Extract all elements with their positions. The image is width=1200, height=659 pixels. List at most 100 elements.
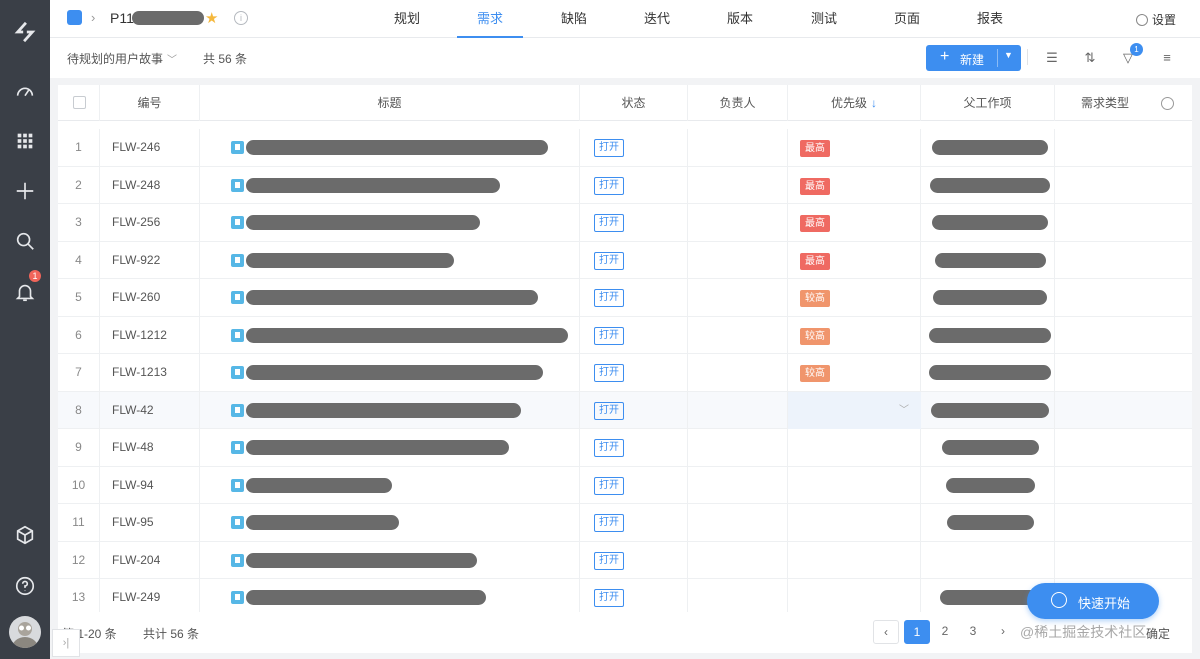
sort-icon[interactable]: ⇅: [1081, 49, 1099, 67]
prev-page-button[interactable]: ‹: [873, 620, 899, 644]
status-cell[interactable]: 打开: [580, 241, 688, 279]
tab-iterations[interactable]: 迭代: [630, 0, 684, 38]
item-id[interactable]: FLW-48: [100, 429, 200, 466]
status-cell[interactable]: 打开: [580, 166, 688, 204]
dashboard-icon[interactable]: [13, 80, 37, 104]
view-selector[interactable]: 待规划的用户故事 ﹀: [67, 50, 177, 67]
help-icon[interactable]: [13, 574, 37, 598]
table-row[interactable]: 5 FLW-260 打开 较高: [58, 279, 1192, 317]
table-row[interactable]: 6 FLW-1212 打开 较高: [58, 316, 1192, 354]
bell-icon[interactable]: [13, 280, 37, 304]
column-header-priority[interactable]: 优先级 ↓: [788, 85, 921, 121]
item-title-cell[interactable]: [200, 429, 580, 466]
owner-cell[interactable]: [688, 504, 788, 541]
status-cell[interactable]: 打开: [580, 391, 688, 429]
settings-button[interactable]: 设置: [1136, 11, 1176, 28]
column-header-title[interactable]: 标题: [200, 85, 580, 121]
priority-cell[interactable]: [788, 579, 921, 612]
item-id[interactable]: FLW-248: [100, 166, 200, 204]
item-title-cell[interactable]: [200, 354, 580, 391]
type-cell[interactable]: [1055, 354, 1192, 391]
parent-item-cell[interactable]: [921, 204, 1055, 241]
item-id[interactable]: FLW-42: [100, 391, 200, 429]
item-title-cell[interactable]: [200, 504, 580, 541]
avatar[interactable]: [9, 616, 41, 648]
owner-cell[interactable]: [688, 241, 788, 279]
priority-cell[interactable]: 最高: [788, 204, 921, 241]
tab-reports[interactable]: 报表: [963, 0, 1017, 38]
type-cell[interactable]: [1055, 542, 1192, 579]
add-icon[interactable]: [13, 179, 37, 203]
parent-item-cell[interactable]: [921, 466, 1055, 504]
table-row[interactable]: 7 FLW-1213 打开 较高: [58, 354, 1192, 392]
table-row[interactable]: 9 FLW-48 打开: [58, 429, 1192, 467]
collapse-sidebar-icon[interactable]: ›|: [52, 629, 80, 657]
priority-cell[interactable]: 最高: [788, 241, 921, 279]
item-id[interactable]: FLW-94: [100, 466, 200, 504]
type-cell[interactable]: [1055, 392, 1192, 429]
item-title-cell[interactable]: [200, 279, 580, 316]
column-header-status[interactable]: 状态: [580, 85, 688, 121]
status-cell[interactable]: 打开: [580, 579, 688, 612]
priority-select[interactable]: ﹀: [788, 391, 921, 429]
owner-cell[interactable]: [688, 279, 788, 316]
column-header-parent[interactable]: 父工作项: [921, 85, 1055, 121]
item-id[interactable]: FLW-204: [100, 541, 200, 579]
status-cell[interactable]: 打开: [580, 354, 688, 391]
status-cell[interactable]: 打开: [580, 316, 688, 354]
status-cell[interactable]: 打开: [580, 204, 688, 241]
parent-item-cell[interactable]: [921, 541, 1055, 579]
item-id[interactable]: FLW-260: [100, 279, 200, 316]
table-row[interactable]: 10 FLW-94 打开: [58, 466, 1192, 504]
owner-cell[interactable]: [688, 354, 788, 391]
project-name[interactable]: P11: [110, 10, 134, 26]
type-cell[interactable]: [1055, 504, 1192, 541]
column-header-id[interactable]: 编号: [100, 85, 200, 121]
parent-item-cell[interactable]: [921, 354, 1055, 391]
type-cell[interactable]: [1055, 242, 1192, 279]
tab-planning[interactable]: 规划: [380, 0, 434, 38]
table-row[interactable]: 2 FLW-248 打开 最高: [58, 166, 1192, 204]
table-row[interactable]: 12 FLW-204 打开: [58, 541, 1192, 579]
item-id[interactable]: FLW-246: [100, 129, 200, 166]
status-cell[interactable]: 打开: [580, 279, 688, 316]
list-view-icon[interactable]: ≡: [1158, 49, 1176, 67]
priority-cell[interactable]: ﹀: [788, 391, 921, 429]
tab-versions[interactable]: 版本: [713, 0, 767, 38]
owner-cell[interactable]: [688, 579, 788, 612]
parent-item-cell[interactable]: [921, 166, 1055, 204]
status-cell[interactable]: 打开: [580, 129, 688, 166]
type-cell[interactable]: [1055, 129, 1192, 166]
page-3-button[interactable]: 3: [960, 620, 986, 644]
page-1-button[interactable]: 1: [904, 620, 930, 644]
cube-icon[interactable]: [13, 523, 37, 547]
status-cell[interactable]: 打开: [580, 429, 688, 466]
parent-item-cell[interactable]: [921, 279, 1055, 316]
item-title-cell[interactable]: [200, 241, 580, 279]
parent-item-cell[interactable]: [921, 429, 1055, 466]
table-row[interactable]: 13 FLW-249 打开: [58, 579, 1192, 612]
type-cell[interactable]: [1055, 204, 1192, 241]
owner-cell[interactable]: [688, 429, 788, 466]
item-title-cell[interactable]: [200, 166, 580, 204]
column-settings-icon[interactable]: [1161, 97, 1174, 110]
priority-cell[interactable]: [788, 541, 921, 579]
item-id[interactable]: FLW-249: [100, 579, 200, 612]
priority-cell[interactable]: 较高: [788, 316, 921, 354]
tab-requirements[interactable]: 需求: [463, 0, 517, 38]
type-cell[interactable]: [1055, 467, 1192, 504]
column-header-owner[interactable]: 负责人: [688, 85, 788, 121]
owner-cell[interactable]: [688, 166, 788, 204]
item-id[interactable]: FLW-1212: [100, 316, 200, 354]
tab-pages[interactable]: 页面: [880, 0, 934, 38]
item-title-cell[interactable]: [200, 204, 580, 241]
apps-icon[interactable]: [13, 129, 37, 153]
parent-item-cell[interactable]: [921, 241, 1055, 279]
type-cell[interactable]: [1055, 429, 1192, 466]
priority-cell[interactable]: [788, 504, 921, 541]
status-cell[interactable]: 打开: [580, 541, 688, 579]
table-row[interactable]: 8 FLW-42 打开 ﹀: [58, 391, 1192, 429]
owner-cell[interactable]: [688, 204, 788, 241]
item-title-cell[interactable]: [200, 579, 580, 612]
tab-testing[interactable]: 测试: [797, 0, 851, 38]
